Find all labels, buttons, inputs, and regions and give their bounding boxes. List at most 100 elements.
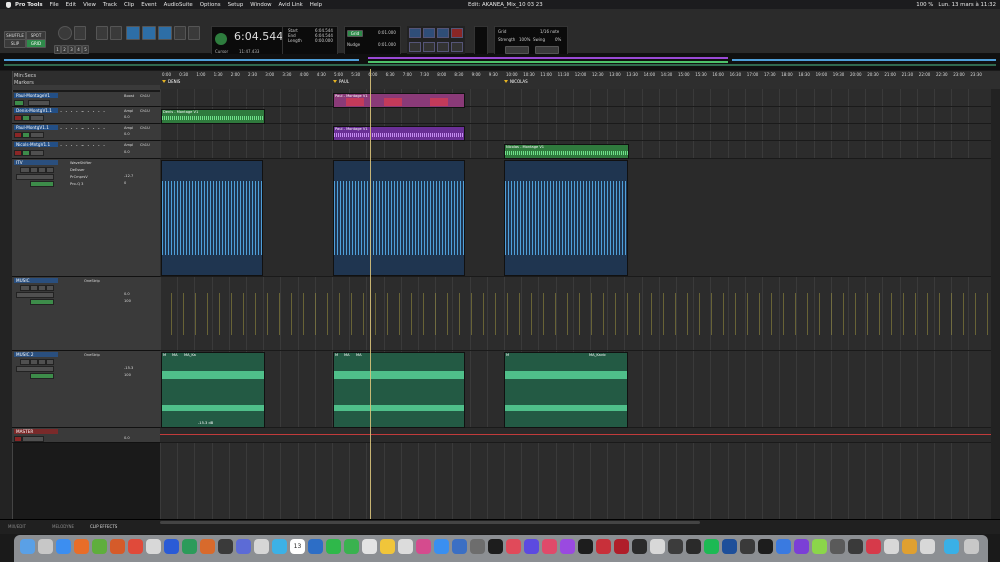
- menu-window[interactable]: Window: [250, 2, 271, 8]
- insert-slot[interactable]: Ampl: [124, 143, 133, 147]
- podcasts-icon[interactable]: [560, 539, 575, 554]
- marker-paul[interactable]: PAUL: [333, 79, 349, 84]
- track-name[interactable]: Nicols-MntgV1.1: [14, 142, 58, 147]
- battery-status[interactable]: 100 %: [916, 2, 933, 8]
- fast-forward-icon[interactable]: [437, 42, 449, 52]
- minsecs-ruler[interactable]: 0:00 0:30 1:00 1:30 2:00 2:30 3:00 3:30 4:00 4:30…: [160, 72, 1000, 78]
- menu-event[interactable]: Event: [141, 2, 156, 8]
- notes-icon[interactable]: [362, 539, 377, 554]
- menu-file[interactable]: File: [50, 2, 59, 8]
- marker-denis[interactable]: DENIS: [162, 79, 180, 84]
- app-icon[interactable]: [218, 539, 233, 554]
- solo-button[interactable]: [22, 115, 30, 121]
- length-value[interactable]: 0:00.000: [315, 38, 333, 43]
- volume-value[interactable]: -12.7: [124, 174, 133, 178]
- reminders-icon[interactable]: [398, 539, 413, 554]
- edit-timeline[interactable]: Paul - Montage V1 Denis - Montage V1 Pau…: [160, 69, 1000, 519]
- downloads-folder-icon[interactable]: [944, 539, 959, 554]
- slip-mode-button[interactable]: SLIP: [4, 39, 26, 48]
- vertical-scrollbar[interactable]: [991, 89, 1000, 519]
- app-icon[interactable]: [920, 539, 935, 554]
- insert-slot[interactable]: PrCmprsV: [70, 175, 88, 179]
- zoomer-tool-icon[interactable]: [96, 26, 108, 40]
- solo-button[interactable]: [38, 285, 46, 291]
- lane-denis[interactable]: Denis - Montage V1: [160, 107, 992, 124]
- insert-slot[interactable]: DeEsser: [70, 168, 85, 172]
- return-to-zero-icon[interactable]: [409, 42, 421, 52]
- track-header-master[interactable]: MASTER 0.0: [12, 428, 160, 443]
- insert-slot[interactable]: Ch1U: [140, 94, 150, 98]
- insert-slot[interactable]: OneStrip: [84, 353, 100, 357]
- insert-slots[interactable]: • • • • •: [60, 144, 84, 148]
- preview-icon[interactable]: [884, 539, 899, 554]
- clip-paul-montage-video[interactable]: Paul - Montage V1: [333, 93, 465, 108]
- insert-slots[interactable]: • • • • •: [60, 110, 84, 114]
- insert-slot[interactable]: Ampl: [124, 109, 133, 113]
- pro-tools-icon[interactable]: [902, 539, 917, 554]
- clip-music2-paul[interactable]: M MA MA: [333, 352, 465, 428]
- track-header-music[interactable]: MUSIC OneStrip 0.0 100: [12, 277, 160, 351]
- menu-avid-link[interactable]: Avid Link: [279, 2, 303, 8]
- app-icon[interactable]: [794, 539, 809, 554]
- track-header-music-2[interactable]: MUSIC 2 OneStrip -15.3 100: [12, 351, 160, 428]
- track-header-nicolas[interactable]: Nicols-MntgV1.1 • • • • • • • • • • Ampl…: [12, 141, 160, 159]
- input-monitor-button[interactable]: [20, 359, 30, 365]
- skype-icon[interactable]: [308, 539, 323, 554]
- go-to-end-icon[interactable]: [451, 42, 463, 52]
- record-arm-button[interactable]: [30, 285, 38, 291]
- clip-itv-denis[interactable]: [161, 160, 263, 276]
- record-arm-button[interactable]: [30, 167, 38, 173]
- smart-tool-icon[interactable]: [158, 26, 172, 40]
- volume-value[interactable]: -15.3: [124, 366, 133, 370]
- main-counter[interactable]: 6:04.544 Cursor 11:47.433: [211, 26, 283, 57]
- app-icon[interactable]: [524, 539, 539, 554]
- menu-clip[interactable]: Clip: [124, 2, 134, 8]
- event-grid-value[interactable]: 1/16 note: [540, 29, 559, 34]
- menu-help[interactable]: Help: [310, 2, 322, 8]
- app-icon[interactable]: [740, 539, 755, 554]
- stickies-icon[interactable]: [380, 539, 395, 554]
- play-icon[interactable]: [437, 28, 449, 38]
- quantize-icon[interactable]: [505, 46, 529, 54]
- app-icon[interactable]: [668, 539, 683, 554]
- scrubber-tool-icon[interactable]: [174, 26, 186, 40]
- track-name[interactable]: MASTER: [14, 429, 58, 434]
- solo-button[interactable]: [38, 167, 46, 173]
- stop-icon[interactable]: [423, 28, 435, 38]
- track-header-itv[interactable]: ITV WaveShifter DeEsser PrCmprsV Pro-Q 3…: [12, 159, 160, 277]
- volume-value[interactable]: 0.0: [124, 292, 130, 296]
- track-view-selector[interactable]: [16, 174, 54, 180]
- track-record-button[interactable]: [14, 100, 24, 106]
- clock[interactable]: Lun. 13 mars à 11:32: [938, 2, 996, 8]
- strength-value[interactable]: 100%: [519, 37, 530, 42]
- zoom-preset-2[interactable]: 2: [61, 45, 68, 54]
- powerpoint-icon[interactable]: [200, 539, 215, 554]
- menu-setup[interactable]: Setup: [228, 2, 244, 8]
- app-icon[interactable]: [866, 539, 881, 554]
- app-icon[interactable]: [488, 539, 503, 554]
- track-view-selector[interactable]: [28, 100, 50, 106]
- send-slots[interactable]: • • • • •: [82, 110, 106, 114]
- menu-audiosuite[interactable]: AudioSuite: [164, 2, 193, 8]
- app-menu[interactable]: Pro Tools: [15, 2, 43, 8]
- spotify-icon[interactable]: [704, 539, 719, 554]
- app-icon[interactable]: [506, 539, 521, 554]
- marker-nicolas[interactable]: NICOLAS: [504, 79, 528, 84]
- insert-slots[interactable]: • • • • •: [60, 127, 84, 131]
- solo-button[interactable]: [38, 359, 46, 365]
- grid-value[interactable]: 0:01.000: [378, 30, 396, 35]
- record-arm-button[interactable]: [14, 132, 22, 138]
- rewind-icon[interactable]: [423, 42, 435, 52]
- playhead[interactable]: [370, 69, 371, 519]
- app-icon[interactable]: [812, 539, 827, 554]
- track-view-selector[interactable]: [16, 292, 54, 298]
- zoom-preset-1[interactable]: 1: [54, 45, 61, 54]
- mute-button[interactable]: [46, 285, 54, 291]
- track-header-paul-montage[interactable]: Paul-MontageV1 Boost Ch1U: [12, 92, 160, 107]
- lane-master[interactable]: [160, 428, 992, 443]
- pan-value[interactable]: 0: [124, 181, 126, 185]
- launchpad-icon[interactable]: [38, 539, 53, 554]
- app-store-icon[interactable]: [434, 539, 449, 554]
- solo-button[interactable]: [22, 132, 30, 138]
- clip-paul-montage-audio[interactable]: Paul - Montage V1: [333, 126, 465, 141]
